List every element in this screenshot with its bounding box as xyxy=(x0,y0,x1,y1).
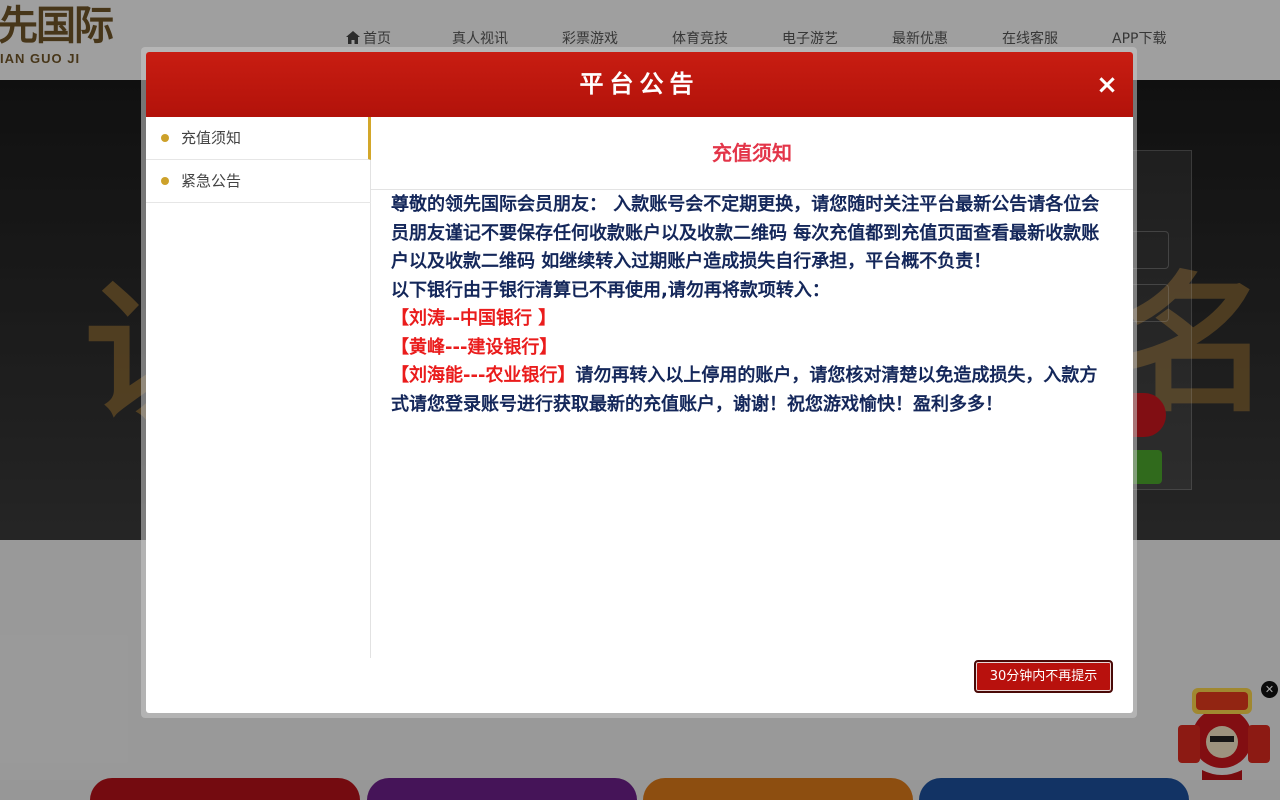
content-title: 充值须知 xyxy=(371,117,1133,190)
announcement-sidebar: 充值须知 紧急公告 xyxy=(146,117,371,658)
bullet-icon xyxy=(161,134,169,142)
bullet-icon xyxy=(161,177,169,185)
announcement-modal: 平台公告 × 充值须知 紧急公告 充值须知 尊敬的领先国际会员朋友： 入款账号会… xyxy=(146,52,1133,713)
announcement-content: 充值须知 尊敬的领先国际会员朋友： 入款账号会不定期更换，请您随时关注平台最新公… xyxy=(371,117,1133,658)
modal-title: 平台公告 xyxy=(579,70,700,98)
notice-paragraph: 以下银行由于银行清算已不再使用,请勿再将款项转入： xyxy=(391,279,830,301)
modal-header: 平台公告 × xyxy=(146,52,1133,117)
tab-urgent-notice[interactable]: 紧急公告 xyxy=(146,160,371,203)
tab-label: 紧急公告 xyxy=(181,172,242,190)
announcement-body: 尊敬的领先国际会员朋友： 入款账号会不定期更换，请您随时关注平台最新公告请各位会… xyxy=(391,191,1103,419)
dismiss-30min-button[interactable]: 30分钟内不再提示 xyxy=(974,660,1113,693)
close-icon[interactable]: × xyxy=(1094,72,1120,98)
tab-label: 充值须知 xyxy=(181,129,242,147)
disabled-bank-account: 【黄峰---建设银行】 xyxy=(391,336,558,358)
tab-recharge-notice[interactable]: 充值须知 xyxy=(146,117,371,160)
disabled-bank-account: 【刘海能---农业银行】 xyxy=(391,365,576,386)
disabled-bank-account: 【刘涛--中国银行 】 xyxy=(391,308,557,329)
notice-paragraph: 尊敬的领先国际会员朋友： 入款账号会不定期更换，请您随时关注平台最新公告请各位会… xyxy=(391,194,1100,272)
